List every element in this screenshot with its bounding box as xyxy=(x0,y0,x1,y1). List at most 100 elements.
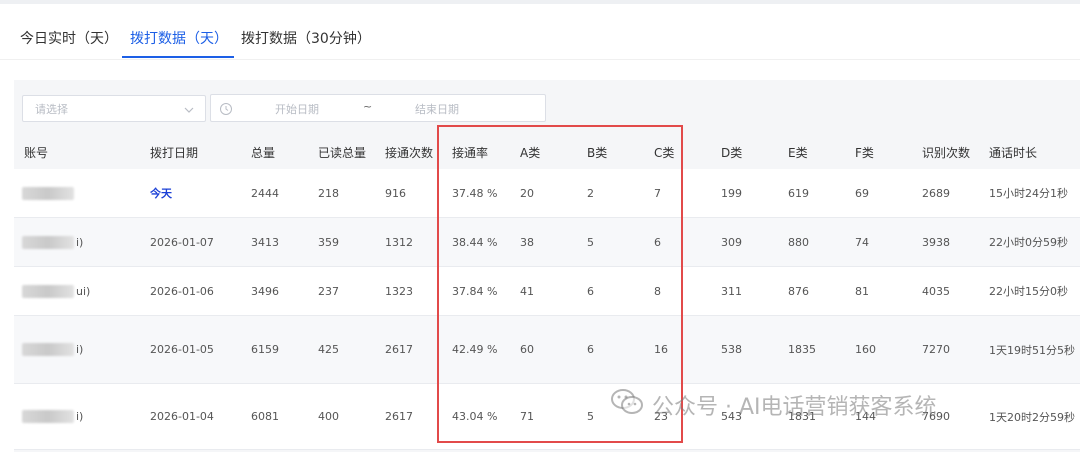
cell-connect-count: 1323 xyxy=(385,284,413,298)
clock-icon xyxy=(219,101,233,120)
account-cell: ui) xyxy=(22,267,90,315)
col-header-total[interactable]: 总量 xyxy=(251,136,275,169)
cell-a: 41 xyxy=(520,284,534,298)
col-header-f[interactable]: F类 xyxy=(855,136,874,169)
col-header-b[interactable]: B类 xyxy=(587,136,607,169)
account-suffix: i) xyxy=(76,343,84,356)
cell-f: 74 xyxy=(855,235,869,249)
cell-c: 7 xyxy=(654,186,661,200)
cell-a: 38 xyxy=(520,235,534,249)
col-header-dial-date[interactable]: 拨打日期 xyxy=(150,136,198,169)
cell-e: 619 xyxy=(788,186,809,200)
cell-b: 5 xyxy=(587,410,594,423)
cell-dial-date: 2026-01-05 xyxy=(150,343,214,356)
cell-total: 3413 xyxy=(251,235,279,249)
col-header-a[interactable]: A类 xyxy=(520,136,540,169)
cell-d: 538 xyxy=(721,343,742,356)
cell-read-total: 400 xyxy=(318,410,339,423)
redacted-account xyxy=(22,410,74,423)
cell-e: 880 xyxy=(788,235,809,249)
redacted-account xyxy=(22,186,74,200)
cell-read-total: 237 xyxy=(318,284,339,298)
cell-connect-rate: 42.49 % xyxy=(452,343,498,356)
col-header-account[interactable]: 账号 xyxy=(24,136,48,169)
cell-call-duration: 1天19时51分5秒 xyxy=(989,343,1075,357)
cell-total: 2444 xyxy=(251,186,279,200)
col-header-d[interactable]: D类 xyxy=(721,136,742,169)
cell-connect-count: 2617 xyxy=(385,343,413,356)
cell-connect-rate: 43.04 % xyxy=(452,410,498,423)
cell-f: 81 xyxy=(855,284,869,298)
cell-dial-date: 2026-01-04 xyxy=(150,410,214,423)
top-strip xyxy=(0,0,1080,4)
col-header-call-duration[interactable]: 通话时长 xyxy=(989,136,1037,169)
cell-dial-date: 今天 xyxy=(150,187,172,200)
tab-bar: 今日实时（天） 拨打数据（天） 拨打数据（30分钟） xyxy=(0,22,1080,62)
cell-a: 71 xyxy=(520,410,534,423)
account-suffix: i) xyxy=(76,410,84,423)
cell-connect-rate: 37.84 % xyxy=(452,284,498,298)
cell-call-duration: 15小时24分1秒 xyxy=(989,187,1068,200)
table-row: 今天 2444 218 916 37.48 % 20 2 7 199 619 69 2689 15小时2… xyxy=(14,169,1080,218)
tab-realtime[interactable]: 今日实时（天） xyxy=(20,28,118,48)
cell-read-total: 218 xyxy=(318,186,339,200)
cell-connect-rate: 37.48 % xyxy=(452,186,498,200)
watermark-text: 公众号 · AI电话营销获客系统 xyxy=(652,395,937,420)
col-header-e[interactable]: E类 xyxy=(788,136,808,169)
table-row: i) 2026-01-07 3413 359 1312 38.44 % 38 5 6 309 880… xyxy=(14,218,1080,267)
account-cell: i) xyxy=(22,384,83,449)
cell-recognition-count: 4035 xyxy=(922,284,950,298)
col-header-connect-count[interactable]: 接通次数 xyxy=(385,136,433,169)
col-header-read-total[interactable]: 已读总量 xyxy=(318,136,366,169)
cell-e: 1835 xyxy=(788,343,816,356)
cell-b: 2 xyxy=(587,186,594,200)
cell-call-duration: 1天20时2分59秒 xyxy=(989,410,1075,424)
cell-b: 6 xyxy=(587,284,594,298)
cell-a: 60 xyxy=(520,343,534,356)
cell-b: 6 xyxy=(587,343,594,356)
cell-connect-rate: 38.44 % xyxy=(452,235,498,249)
redacted-account xyxy=(22,343,74,356)
cell-f: 160 xyxy=(855,343,876,356)
cell-connect-count: 916 xyxy=(385,186,406,200)
cell-total: 3496 xyxy=(251,284,279,298)
cell-read-total: 425 xyxy=(318,343,339,356)
account-cell xyxy=(22,169,76,217)
cell-dial-date: 2026-01-06 xyxy=(150,284,214,298)
wechat-icon xyxy=(610,388,644,422)
cell-c: 8 xyxy=(654,284,661,298)
account-select[interactable]: 请选择 xyxy=(22,95,206,122)
tab-dial-30min[interactable]: 拨打数据（30分钟） xyxy=(241,28,371,48)
cell-dial-date: 2026-01-07 xyxy=(150,235,214,249)
cell-recognition-count: 2689 xyxy=(922,186,950,200)
cell-recognition-count: 7270 xyxy=(922,343,950,356)
select-placeholder: 请选择 xyxy=(35,103,68,116)
col-header-connect-rate[interactable]: 接通率 xyxy=(452,136,488,169)
watermark: 公众号 · AI电话营销获客系统 xyxy=(610,388,937,422)
account-cell: i) xyxy=(22,218,83,266)
cell-a: 20 xyxy=(520,186,534,200)
cell-call-duration: 22小时15分0秒 xyxy=(989,285,1068,298)
tab-dial-daily[interactable]: 拨打数据（天） xyxy=(130,28,228,48)
cell-d: 199 xyxy=(721,186,742,200)
cell-d: 309 xyxy=(721,235,742,249)
table-header-row: 账号 拨打日期 总量 已读总量 接通次数 接通率 A类 B类 C类 D类 E类 … xyxy=(14,136,1080,169)
cell-total: 6159 xyxy=(251,343,279,356)
col-header-recognition-count[interactable]: 识别次数 xyxy=(922,136,970,169)
cell-recognition-count: 3938 xyxy=(922,235,950,249)
cell-b: 5 xyxy=(587,235,594,249)
cell-f: 69 xyxy=(855,186,869,200)
account-suffix: ui) xyxy=(76,284,91,298)
cell-connect-count: 2617 xyxy=(385,410,413,423)
tabs-divider xyxy=(0,59,1080,60)
start-date-input[interactable]: 开始日期 xyxy=(275,101,319,117)
cell-c: 6 xyxy=(654,235,661,249)
redacted-account xyxy=(22,235,74,249)
date-range-picker[interactable]: 开始日期 ~ 结束日期 xyxy=(210,94,546,122)
cell-connect-count: 1312 xyxy=(385,235,413,249)
cell-call-duration: 22小时0分59秒 xyxy=(989,236,1068,249)
end-date-input[interactable]: 结束日期 xyxy=(415,101,459,117)
col-header-c[interactable]: C类 xyxy=(654,136,674,169)
active-tab-indicator xyxy=(122,56,234,58)
cell-c: 16 xyxy=(654,343,668,356)
